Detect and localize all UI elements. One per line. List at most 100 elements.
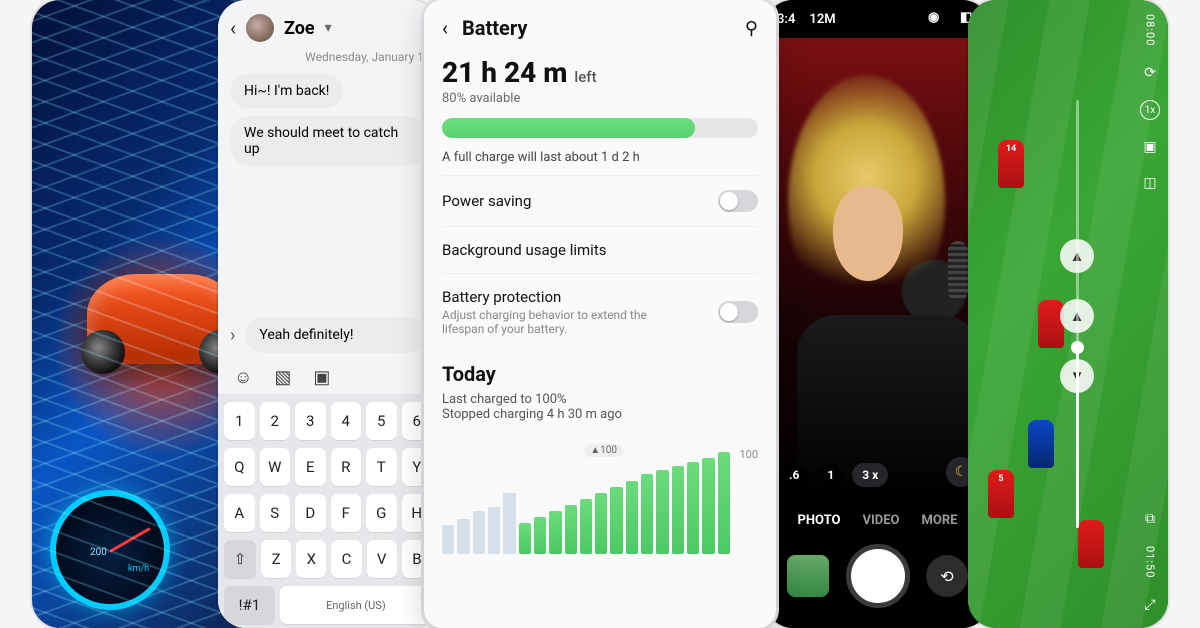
back-icon[interactable]: ‹ [230, 16, 236, 40]
zoom-selector[interactable]: .6 1 3x [779, 463, 888, 487]
chart-bar [656, 470, 668, 554]
zoom-1x[interactable]: 1 [817, 463, 844, 487]
key-t[interactable]: T [366, 448, 397, 486]
key-s[interactable]: S [260, 494, 291, 532]
key-a[interactable]: A [224, 494, 255, 532]
chart-bar [442, 525, 454, 554]
seek-bar[interactable] [1076, 100, 1079, 527]
gallery-thumbnail[interactable] [787, 555, 829, 597]
emoji-icon[interactable]: ☺ [234, 367, 252, 388]
subject-face [833, 186, 903, 281]
key-1[interactable]: 1 [224, 402, 255, 440]
chart-bar [565, 505, 577, 554]
y-axis-max: 100 [739, 448, 758, 461]
back-icon[interactable]: ‹ [442, 16, 448, 40]
today-header: Today [442, 362, 758, 386]
key-row-num: 123456 [218, 398, 438, 444]
key-5[interactable]: 5 [366, 402, 397, 440]
key-c[interactable]: C [331, 540, 361, 578]
expand-icon[interactable]: › [230, 325, 235, 346]
battery-bar [442, 118, 758, 138]
time-current: 01:50 [1144, 546, 1157, 578]
chart-bar [534, 517, 546, 554]
zoom-wide[interactable]: .6 [779, 463, 809, 487]
car [87, 274, 237, 364]
key-2[interactable]: 2 [260, 402, 291, 440]
key-w[interactable]: W [260, 448, 291, 486]
speed-value: 200 [90, 547, 107, 558]
percent-available: 80% available [442, 91, 758, 106]
key-r[interactable]: R [331, 448, 362, 486]
chart-bar [503, 493, 515, 554]
chart-bars [442, 452, 730, 554]
usage-chart: ▲100 100 [442, 434, 758, 554]
key-row-4: !#1 English (US) [218, 582, 438, 628]
row-bg-limits[interactable]: Background usage limits [442, 226, 758, 273]
mode-photo[interactable]: PHOTO [798, 513, 841, 528]
power-saving-toggle[interactable] [718, 190, 758, 212]
time-remaining-value: 21 h 24 m [442, 56, 567, 89]
chevron-down-icon[interactable]: ▾ [325, 20, 332, 36]
video-viewport[interactable]: 14 5 ▲ ▲ ▼ 08:00 ⟳ 1x ▣ ◫ [968, 0, 1168, 628]
shift-key[interactable]: ⇧ [224, 540, 256, 578]
camera-viewfinder[interactable]: .6 1 3x ☾ [765, 38, 990, 499]
protection-desc: Adjust charging behavior to extend the l… [442, 308, 672, 336]
player-blue [1028, 420, 1054, 468]
message-in[interactable]: We should meet to catch up [230, 116, 426, 166]
chart-bar [641, 474, 653, 554]
protection-label: Battery protection [442, 288, 718, 306]
speedometer-needle [109, 527, 150, 553]
capture-icon[interactable]: ⧉ [1141, 510, 1159, 528]
rotate-icon[interactable]: ⟳ [1141, 64, 1159, 82]
message-in[interactable]: Hi~! I'm back! [230, 74, 343, 108]
row-battery-protection[interactable]: Battery protection Adjust charging behav… [442, 273, 758, 350]
speedometer [50, 490, 170, 610]
key-x[interactable]: X [296, 540, 326, 578]
seek-fill [1076, 348, 1079, 527]
switch-camera-icon[interactable]: ⟲ [926, 555, 968, 597]
key-e[interactable]: E [295, 448, 326, 486]
aspect-icon[interactable]: ◫ [1141, 174, 1159, 192]
zoom-3x[interactable]: 3x [852, 463, 888, 487]
symbols-key[interactable]: !#1 [224, 586, 275, 624]
gif-icon[interactable]: ▣ [313, 367, 330, 388]
time-total: 08:00 [1144, 14, 1157, 46]
chart-bar [519, 523, 531, 554]
key-f[interactable]: F [331, 494, 362, 532]
mode-video[interactable]: VIDEO [862, 513, 899, 528]
sticker-icon[interactable]: ▧ [274, 367, 291, 388]
chart-bar [702, 458, 714, 554]
key-g[interactable]: G [366, 494, 397, 532]
key-3[interactable]: 3 [295, 402, 326, 440]
megapixel-button[interactable]: 12M [809, 12, 835, 27]
player-red: 14 [998, 140, 1024, 188]
avatar[interactable] [246, 14, 274, 42]
motion-photo-icon[interactable]: ◉ [928, 10, 946, 28]
spacebar-key[interactable]: English (US) [280, 586, 432, 624]
key-z[interactable]: Z [261, 540, 291, 578]
key-q[interactable]: Q [224, 448, 255, 486]
time-remaining: 21 h 24 m left [442, 50, 758, 89]
date-label: Wednesday, January 1 [218, 50, 438, 70]
key-v[interactable]: V [367, 540, 397, 578]
lock-icon[interactable]: ⤢ [1141, 596, 1159, 614]
shutter-button[interactable] [846, 544, 910, 608]
row-power-saving[interactable]: Power saving [442, 175, 758, 226]
time-remaining-suffix: left [574, 68, 596, 86]
search-icon[interactable]: ⚲ [745, 18, 758, 39]
protection-toggle[interactable] [718, 301, 758, 323]
last-charged-line: Last charged to 100% [442, 392, 758, 407]
chart-bar [457, 519, 469, 554]
compose-input[interactable]: Yeah definitely! [245, 317, 426, 353]
key-4[interactable]: 4 [331, 402, 362, 440]
battery-bar-fill [442, 118, 695, 138]
contact-name[interactable]: Zoe [284, 18, 315, 39]
chart-bar [672, 466, 684, 554]
key-d[interactable]: D [295, 494, 326, 532]
aspect-ratio-button[interactable]: 3:4 [777, 12, 795, 27]
zoom-badge[interactable]: 1x [1140, 100, 1160, 120]
mode-more[interactable]: MORE [921, 513, 957, 528]
speed-unit: km/h [128, 564, 149, 574]
camera-modes[interactable]: PHOTO VIDEO MORE [765, 499, 990, 538]
pip-icon[interactable]: ▣ [1141, 138, 1159, 156]
